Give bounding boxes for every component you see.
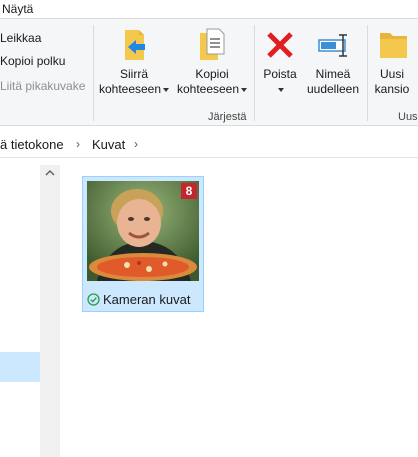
copy-path-command[interactable]: Kopioi polku	[0, 52, 65, 70]
ribbon-separator	[254, 25, 255, 121]
breadcrumb-this-pc[interactable]: ä tietokone	[0, 137, 64, 152]
ribbon-separator	[367, 25, 368, 121]
new-folder-icon	[374, 27, 410, 63]
ribbon: Leikkaa Kopioi polku Liitä pikakuvake Si…	[0, 18, 418, 126]
chevron-right-icon[interactable]: ›	[134, 137, 138, 151]
nav-selected-item[interactable]	[0, 352, 40, 382]
copy-to-label-1: Kopioi	[195, 67, 229, 81]
sync-status-icon	[87, 293, 100, 306]
scroll-up-icon[interactable]	[40, 165, 60, 185]
chevron-down-icon	[163, 87, 170, 92]
ribbon-separator	[93, 25, 94, 121]
nav-scrollbar[interactable]	[40, 165, 60, 457]
folder-tile-camera-roll[interactable]: 8 Kameran kuvat	[82, 176, 204, 312]
rename-label-1: Nimeä	[315, 67, 351, 81]
new-group-label: Uus	[398, 111, 418, 123]
breadcrumb-pictures[interactable]: Kuvat	[92, 137, 125, 152]
chevron-down-icon	[241, 87, 248, 92]
new-folder-label-2: kansio	[374, 82, 410, 96]
new-folder-button[interactable]: Uusi kansio	[372, 27, 412, 97]
copy-to-button[interactable]: Kopioi kohteeseen	[174, 27, 250, 97]
delete-button[interactable]: Poista	[258, 27, 302, 97]
folder-caption: Kameran kuvat	[87, 291, 190, 309]
item-count-badge: 8	[181, 183, 197, 199]
move-to-icon	[116, 27, 152, 63]
copy-to-label-2: kohteeseen	[176, 82, 240, 96]
chevron-down-icon	[278, 87, 284, 92]
cut-command[interactable]: Leikkaa	[0, 29, 41, 47]
chevron-right-icon[interactable]: ›	[76, 137, 80, 151]
folder-name: Kameran kuvat	[103, 292, 191, 307]
tab-view[interactable]: Näytä	[2, 0, 33, 18]
copy-to-icon	[194, 27, 230, 63]
rename-label-2: uudelleen	[306, 82, 360, 96]
organize-group-label: Järjestä	[208, 111, 247, 123]
rename-icon	[315, 27, 351, 63]
new-folder-label-1: Uusi	[379, 67, 404, 81]
paste-shortcut-command[interactable]: Liitä pikakuvake	[0, 77, 85, 95]
move-to-label-2: kohteeseen	[98, 82, 162, 96]
move-to-button[interactable]: Siirrä kohteeseen	[97, 27, 171, 97]
address-bar[interactable]: ä tietokone › Kuvat ›	[0, 132, 418, 158]
delete-icon	[262, 27, 298, 63]
folder-thumbnail: 8	[87, 181, 199, 281]
rename-button[interactable]: Nimeä uudelleen	[303, 27, 363, 97]
delete-label: Poista	[263, 67, 297, 81]
move-to-label-1: Siirrä	[119, 67, 148, 81]
